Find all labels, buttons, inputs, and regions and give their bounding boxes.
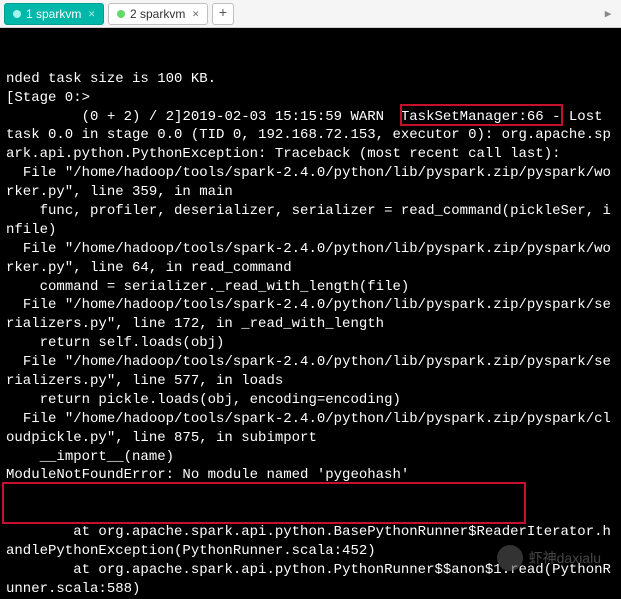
tab-overflow-button[interactable]: ▶ bbox=[599, 3, 617, 25]
close-icon[interactable]: ✕ bbox=[88, 7, 95, 21]
tab-sparkvm-2[interactable]: 2 sparkvm ✕ bbox=[108, 3, 208, 25]
close-icon[interactable]: ✕ bbox=[192, 7, 199, 21]
terminal-text: nded task size is 100 KB. [Stage 0:> (0 … bbox=[6, 70, 615, 599]
tab-bar: 1 sparkvm ✕ 2 sparkvm ✕ + ▶ bbox=[0, 0, 621, 28]
new-tab-button[interactable]: + bbox=[212, 3, 234, 25]
tab-label: 1 sparkvm bbox=[26, 7, 81, 21]
tab-label: 2 sparkvm bbox=[130, 7, 185, 21]
status-dot-icon bbox=[117, 10, 125, 18]
tab-sparkvm-1[interactable]: 1 sparkvm ✕ bbox=[4, 3, 104, 25]
status-dot-icon bbox=[13, 10, 21, 18]
chevron-right-icon: ▶ bbox=[605, 7, 612, 21]
terminal-output[interactable]: nded task size is 100 KB. [Stage 0:> (0 … bbox=[0, 28, 621, 599]
plus-icon: + bbox=[219, 6, 227, 22]
